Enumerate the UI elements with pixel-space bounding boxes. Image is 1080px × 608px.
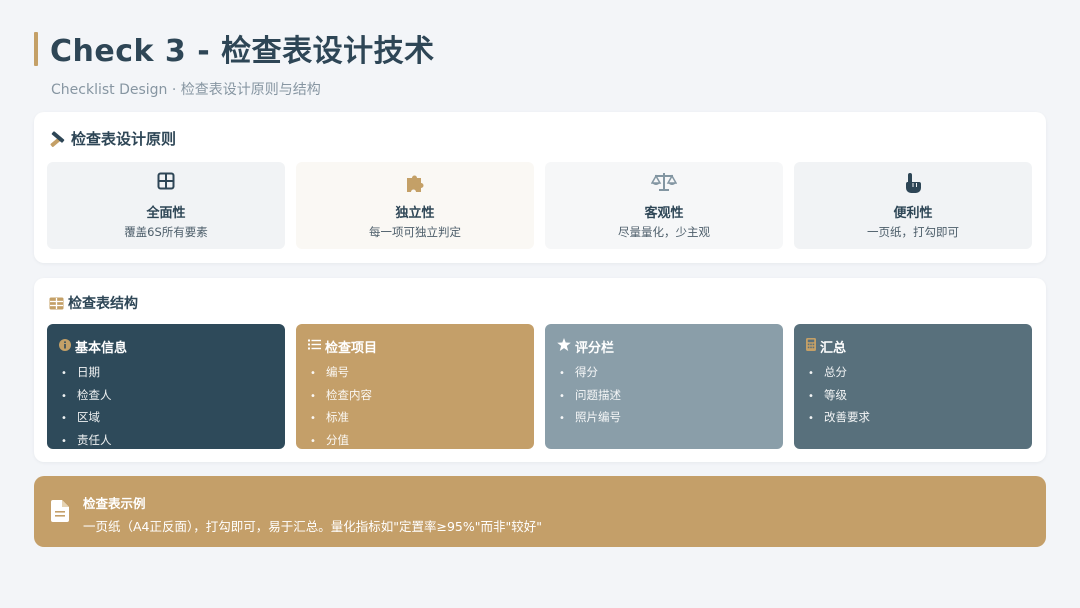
principle-desc: 一页纸，打勾即可 [867,225,959,239]
document-icon [51,500,69,526]
structure-heading-text: 检查表结构 [68,296,138,312]
list-item: • 分值 [310,432,349,447]
pointer-hand-icon [794,172,1032,194]
grid-icon [47,172,285,194]
structure-panel: 检查表结构 基本信息 • 日期 • 检查人 • 区域 • 责任人 检查项目 • … [34,278,1046,462]
principle-name: 全面性 [146,206,186,221]
list-item: • 区域 [61,410,100,424]
list-item: • 检查人 [61,387,112,402]
structure-card-title: 基本信息 [75,341,128,356]
star-icon [557,338,571,355]
title-accent-bar [34,32,38,66]
structure-card-scoring: 评分栏 • 得分 • 问题描述 • 照片编号 [545,324,783,449]
list-item: • 得分 [559,365,598,379]
principle-name: 独立性 [395,206,435,221]
structure-card-header: 基本信息 [59,337,127,356]
list-item: • 改善要求 [808,410,870,424]
list-item: • 日期 [61,365,100,379]
puzzle-icon [296,172,534,194]
list-item: • 照片编号 [559,410,621,424]
principle-name: 客观性 [644,206,684,221]
list-item: • 编号 [310,365,349,379]
page-subtitle: Checklist Design · 检查表设计原则与结构 [51,82,321,98]
scale-icon [545,172,783,194]
table-icon [49,297,64,310]
list-item: • 检查内容 [310,387,372,402]
structure-card-check-items: 检查项目 • 编号 • 检查内容 • 标准 • 分值 [296,324,534,449]
structure-card-summary: 汇总 • 总分 • 等级 • 改善要求 [794,324,1032,449]
principle-card-convenience: 便利性 一页纸，打勾即可 [794,162,1032,249]
principle-desc: 每一项可独立判定 [369,225,461,239]
example-text: 一页纸（A4正反面），打勾即可，易于汇总。量化指标如"定置率≥95%"而非"较好… [83,519,543,534]
example-title: 检查表示例 [83,496,146,511]
list-item: • 问题描述 [559,387,621,402]
principles-heading: 检查表设计原则 [49,128,176,149]
principle-name: 便利性 [893,206,933,221]
structure-heading: 检查表结构 [49,293,138,313]
list-item: • 等级 [808,387,847,402]
principle-desc: 覆盖6S所有要素 [124,225,208,239]
calculator-icon [806,338,816,355]
principle-card-independence: 独立性 每一项可独立判定 [296,162,534,249]
structure-card-title: 汇总 [820,341,847,356]
structure-card-title: 评分栏 [575,341,615,356]
pencil-ruler-icon [49,130,67,147]
example-banner: 检查表示例 一页纸（A4正反面），打勾即可，易于汇总。量化指标如"定置率≥95%… [34,476,1046,547]
principles-panel: 检查表设计原则 全面性 覆盖6S所有要素 独立性 每一项可独立判定 客观性 尽量… [34,112,1046,263]
structure-card-title: 检查项目 [325,341,378,356]
page-title: Check 3 - 检查表设计技术 [50,34,435,69]
structure-card-basic-info: 基本信息 • 日期 • 检查人 • 区域 • 责任人 [47,324,285,449]
principle-card-objectivity: 客观性 尽量量化，少主观 [545,162,783,249]
list-item: • 标准 [310,410,349,424]
structure-card-header: 检查项目 [308,337,377,356]
list-item: • 责任人 [61,432,112,447]
list-icon [308,339,321,354]
principle-desc: 尽量量化，少主观 [618,225,710,239]
principles-heading-text: 检查表设计原则 [71,130,177,148]
list-item: • 总分 [808,365,847,379]
structure-card-header: 评分栏 [557,337,614,356]
info-circle-icon [59,338,71,355]
principle-card-completeness: 全面性 覆盖6S所有要素 [47,162,285,249]
structure-card-header: 汇总 [806,337,846,356]
